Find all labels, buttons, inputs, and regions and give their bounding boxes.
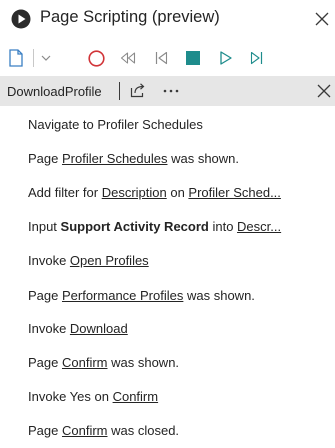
step-link[interactable]: Descr... — [237, 219, 281, 234]
step-value: Support Activity Record — [60, 219, 209, 234]
step-item[interactable]: Page Performance Profiles was shown. — [28, 287, 303, 304]
step-link[interactable]: Profiler Schedules — [62, 151, 168, 166]
step-text: was shown. — [167, 151, 240, 166]
panel-title: Page Scripting (preview) — [40, 8, 220, 26]
step-item[interactable]: Page Confirm was closed. — [28, 422, 303, 439]
step-forward-button[interactable] — [250, 51, 263, 65]
step-text: Input — [28, 219, 61, 234]
step-link[interactable]: Profiler Sched... — [188, 185, 281, 200]
step-text: was shown. — [107, 355, 180, 370]
step-item[interactable]: Page Confirm was shown. — [28, 354, 303, 371]
step-text: into — [208, 219, 238, 234]
step-text: Navigate to Profiler Schedules — [28, 117, 203, 132]
step-text: Page — [28, 423, 62, 438]
step-link[interactable]: Description — [102, 185, 167, 200]
step-item[interactable]: Input Support Activity Record into Descr… — [28, 218, 303, 235]
close-icon[interactable] — [315, 12, 329, 26]
recording-header-separator — [119, 82, 120, 100]
more-icon[interactable] — [163, 89, 179, 93]
step-item[interactable]: Navigate to Profiler Schedules — [28, 116, 303, 133]
recording-name[interactable]: DownloadProfile — [7, 84, 102, 99]
play-circle-icon — [11, 9, 31, 29]
step-link[interactable]: Performance Profiles — [62, 288, 183, 303]
step-item[interactable]: Add filter for Description on Profiler S… — [28, 184, 303, 201]
step-text: Page — [28, 151, 62, 166]
step-link[interactable]: Confirm — [113, 389, 159, 404]
stop-button[interactable] — [186, 51, 200, 65]
play-button[interactable] — [220, 51, 232, 65]
step-text: on — [166, 185, 189, 200]
step-text: Add filter for — [28, 185, 102, 200]
step-text: Invoke — [28, 253, 70, 268]
rewind-button[interactable] — [120, 52, 136, 64]
step-link[interactable]: Download — [70, 321, 128, 336]
step-item[interactable]: Invoke Download — [28, 320, 303, 337]
record-button[interactable] — [88, 50, 105, 67]
new-file-button[interactable] — [9, 49, 23, 67]
step-text: Page — [28, 288, 62, 303]
chevron-down-icon[interactable] — [41, 55, 51, 61]
step-text: was shown. — [183, 288, 255, 303]
step-item[interactable]: Invoke Yes on Confirm — [28, 388, 303, 405]
step-item[interactable]: Page Profiler Schedules was shown. — [28, 150, 303, 167]
step-item[interactable]: Invoke Open Profiles — [28, 252, 303, 269]
step-back-button[interactable] — [155, 51, 168, 65]
step-text: was closed. — [107, 423, 180, 438]
step-link[interactable]: Open Profiles — [70, 253, 149, 268]
step-text: Page — [28, 355, 62, 370]
step-link[interactable]: Confirm — [62, 355, 108, 370]
share-icon[interactable] — [130, 82, 146, 98]
step-text: Invoke Yes on — [28, 389, 113, 404]
step-link[interactable]: Confirm — [62, 423, 108, 438]
title-bar: Page Scripting (preview) — [0, 0, 335, 38]
close-icon[interactable] — [317, 84, 331, 98]
toolbar-separator — [33, 49, 34, 67]
step-text: Invoke — [28, 321, 70, 336]
